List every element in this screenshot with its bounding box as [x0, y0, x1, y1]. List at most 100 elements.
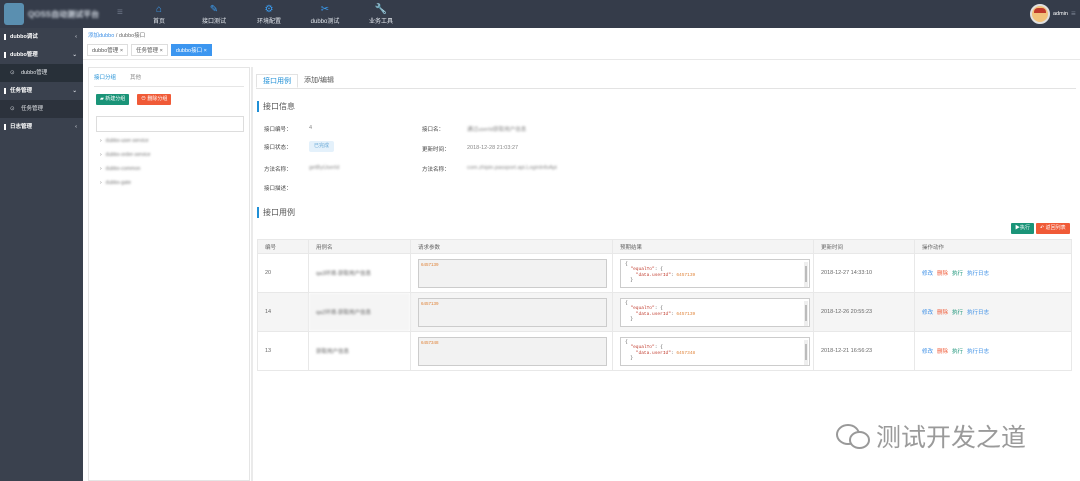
- tab-other[interactable]: 其他: [130, 73, 141, 81]
- tab-api-group[interactable]: 接口分组: [94, 73, 116, 81]
- scrollbar[interactable]: [804, 339, 808, 365]
- divider: [83, 59, 1080, 60]
- tree-node[interactable]: › dubbo-common: [100, 166, 140, 172]
- home-icon: ⌂: [155, 4, 163, 15]
- circle-icon: ⊙: [10, 106, 15, 112]
- back-arrow-icon: ↶: [1040, 225, 1045, 231]
- description-label: 接口描述：: [264, 186, 292, 192]
- circle-icon: ⊙: [10, 70, 15, 76]
- caret-right-icon: ›: [100, 180, 102, 186]
- request-param-box[interactable]: 6457348: [418, 336, 607, 366]
- close-icon[interactable]: ×: [120, 48, 123, 54]
- panel-divider[interactable]: [251, 67, 253, 481]
- folder-icon: ▰: [100, 96, 104, 102]
- edit-link[interactable]: 修改: [922, 308, 933, 316]
- close-icon[interactable]: ×: [160, 48, 163, 54]
- section-title-api-cases: 接口用例: [257, 207, 295, 218]
- breadcrumb-current: dubbo接口: [118, 33, 146, 39]
- actions-cell: 修改 删除 执行 执行日志: [914, 253, 1072, 293]
- column-header: 操作动作: [914, 239, 1072, 254]
- tab-dubbo-manage[interactable]: dubbo管理 ×: [87, 44, 129, 56]
- case-name: qa2环境-获取用户信息: [308, 292, 411, 332]
- class-value: com.zhipin.passport.api.LoginInfoApi: [467, 165, 557, 171]
- request-param-box[interactable]: 6457139: [418, 297, 607, 327]
- tree-node[interactable]: › dubbo-gate: [100, 180, 131, 186]
- edit-link[interactable]: 修改: [922, 347, 933, 355]
- chevron-down-icon: ⌄: [72, 88, 77, 94]
- scrollbar[interactable]: [804, 300, 808, 326]
- new-group-button[interactable]: ▰ 新建分组: [96, 94, 130, 105]
- right-menu-icon[interactable]: ≡: [1071, 9, 1076, 18]
- delete-group-button[interactable]: ⊖ 删除分组: [137, 94, 172, 105]
- caret-right-icon: ›: [100, 152, 102, 158]
- delete-link[interactable]: 删除: [937, 308, 948, 316]
- scrollbar[interactable]: [804, 261, 808, 287]
- group-panel: 接口分组 其他 ▰ 新建分组 ⊖ 删除分组 › dubbo-user-servic…: [88, 67, 250, 481]
- nav-dubbo-test[interactable]: ✂ dubbo测试: [303, 3, 347, 25]
- app-title: QOSS自动测试平台: [28, 10, 100, 19]
- avatar[interactable]: [1030, 4, 1050, 24]
- back-to-list-button[interactable]: ↶ 返回列表: [1036, 223, 1070, 234]
- sidebar-item-dubbo-manage[interactable]: dubbo管理 ⌄: [0, 46, 83, 64]
- class-label: 方法名称：: [422, 167, 450, 173]
- run-link[interactable]: 执行: [952, 269, 963, 277]
- username[interactable]: admin: [1053, 11, 1068, 17]
- minus-circle-icon: ⊖: [141, 96, 147, 102]
- run-log-link[interactable]: 执行日志: [967, 308, 989, 316]
- sidebar-item-task-manage[interactable]: 任务管理 ⌄: [0, 82, 83, 100]
- sidebar-item-dubbo-debug[interactable]: dubbo调试 ‹: [0, 28, 83, 46]
- nav-env-config[interactable]: ⚙ 环境配置: [247, 3, 291, 25]
- actions-cell: 修改 删除 执行 执行日志: [914, 331, 1072, 371]
- updated-label: 更新时间：: [422, 147, 450, 153]
- param-cell: 6457348: [410, 331, 613, 371]
- delete-link[interactable]: 删除: [937, 269, 948, 277]
- nav-api-test[interactable]: ✎ 接口测试: [192, 3, 236, 25]
- case-time: 2018-12-26 20:55:23: [813, 292, 915, 332]
- sidebar-subitem-task-manage[interactable]: ⊙ 任务管理: [0, 100, 83, 118]
- breadcrumb-link[interactable]: 添加dubbo: [88, 33, 114, 39]
- case-time: 2018-12-21 16:56:23: [813, 331, 915, 371]
- execute-button[interactable]: ▶执行: [1011, 223, 1035, 234]
- edit-link[interactable]: 修改: [922, 269, 933, 277]
- case-id: 14: [257, 292, 309, 332]
- case-name: 获取用户信息: [308, 331, 411, 371]
- tab-add-edit[interactable]: 添加/编辑: [298, 74, 340, 88]
- caret-right-icon: ›: [100, 138, 102, 144]
- group-search-input[interactable]: [96, 116, 244, 132]
- sidebar-subitem-dubbo-manage[interactable]: ⊙ dubbo管理: [0, 64, 83, 82]
- expected-result-box[interactable]: { "equalTo": { "data.userId": 6457139 }: [620, 297, 810, 327]
- run-log-link[interactable]: 执行日志: [967, 269, 989, 277]
- expected-result-box[interactable]: { "equalTo": { "data.userId": 6457139 }: [620, 258, 810, 288]
- menu-toggle-icon[interactable]: ≡: [117, 7, 123, 18]
- tab-dubbo-api[interactable]: dubbo接口 ×: [170, 44, 212, 56]
- status-badge: 已完成: [309, 141, 335, 152]
- sidebar-item-log-manage[interactable]: 日志管理 ‹: [0, 118, 83, 136]
- run-link[interactable]: 执行: [952, 347, 963, 355]
- tree-node[interactable]: › dubbo-order-service: [100, 152, 150, 158]
- detail-tabs: 接口用例 添加/编辑: [256, 74, 340, 88]
- column-header: 用例名: [308, 239, 411, 254]
- column-header: 请求参数: [410, 239, 613, 254]
- top-navbar: QOSS自动测试平台 ≡ ⌂ 首页 ✎ 接口测试 ⚙ 环境配置 ✂ dubbo测试 🔧 业…: [0, 0, 1080, 28]
- delete-link[interactable]: 删除: [937, 347, 948, 355]
- tab-task-manage[interactable]: 任务管理 ×: [131, 44, 168, 56]
- expect-cell: { "equalTo": { "data.userId": 6457139 }: [612, 253, 814, 293]
- close-icon[interactable]: ×: [204, 48, 207, 54]
- run-link[interactable]: 执行: [952, 308, 963, 316]
- wrench-icon: 🔧: [374, 4, 388, 15]
- run-log-link[interactable]: 执行日志: [967, 347, 989, 355]
- chevron-left-icon: ‹: [75, 34, 77, 40]
- column-header: 更新时间: [813, 239, 915, 254]
- column-header: 编号: [257, 239, 309, 254]
- tab-api-cases[interactable]: 接口用例: [256, 74, 298, 88]
- group-tabs: 接口分组 其他: [94, 73, 141, 81]
- tree-node[interactable]: › dubbo-user-service: [100, 138, 148, 144]
- expected-result-box[interactable]: { "equalTo": { "data.userId": 6457348 }: [620, 336, 810, 366]
- table-row: 13 获取用户信息 6457348 { "equalTo": { "data.u…: [257, 331, 1072, 371]
- api-id-label: 接口编号：: [264, 127, 292, 133]
- app-logo: [4, 3, 24, 25]
- divider: [256, 88, 1076, 89]
- request-param-box[interactable]: 6457139: [418, 258, 607, 288]
- nav-biz-tools[interactable]: 🔧 业务工具: [359, 3, 403, 25]
- nav-home[interactable]: ⌂ 首页: [137, 3, 181, 25]
